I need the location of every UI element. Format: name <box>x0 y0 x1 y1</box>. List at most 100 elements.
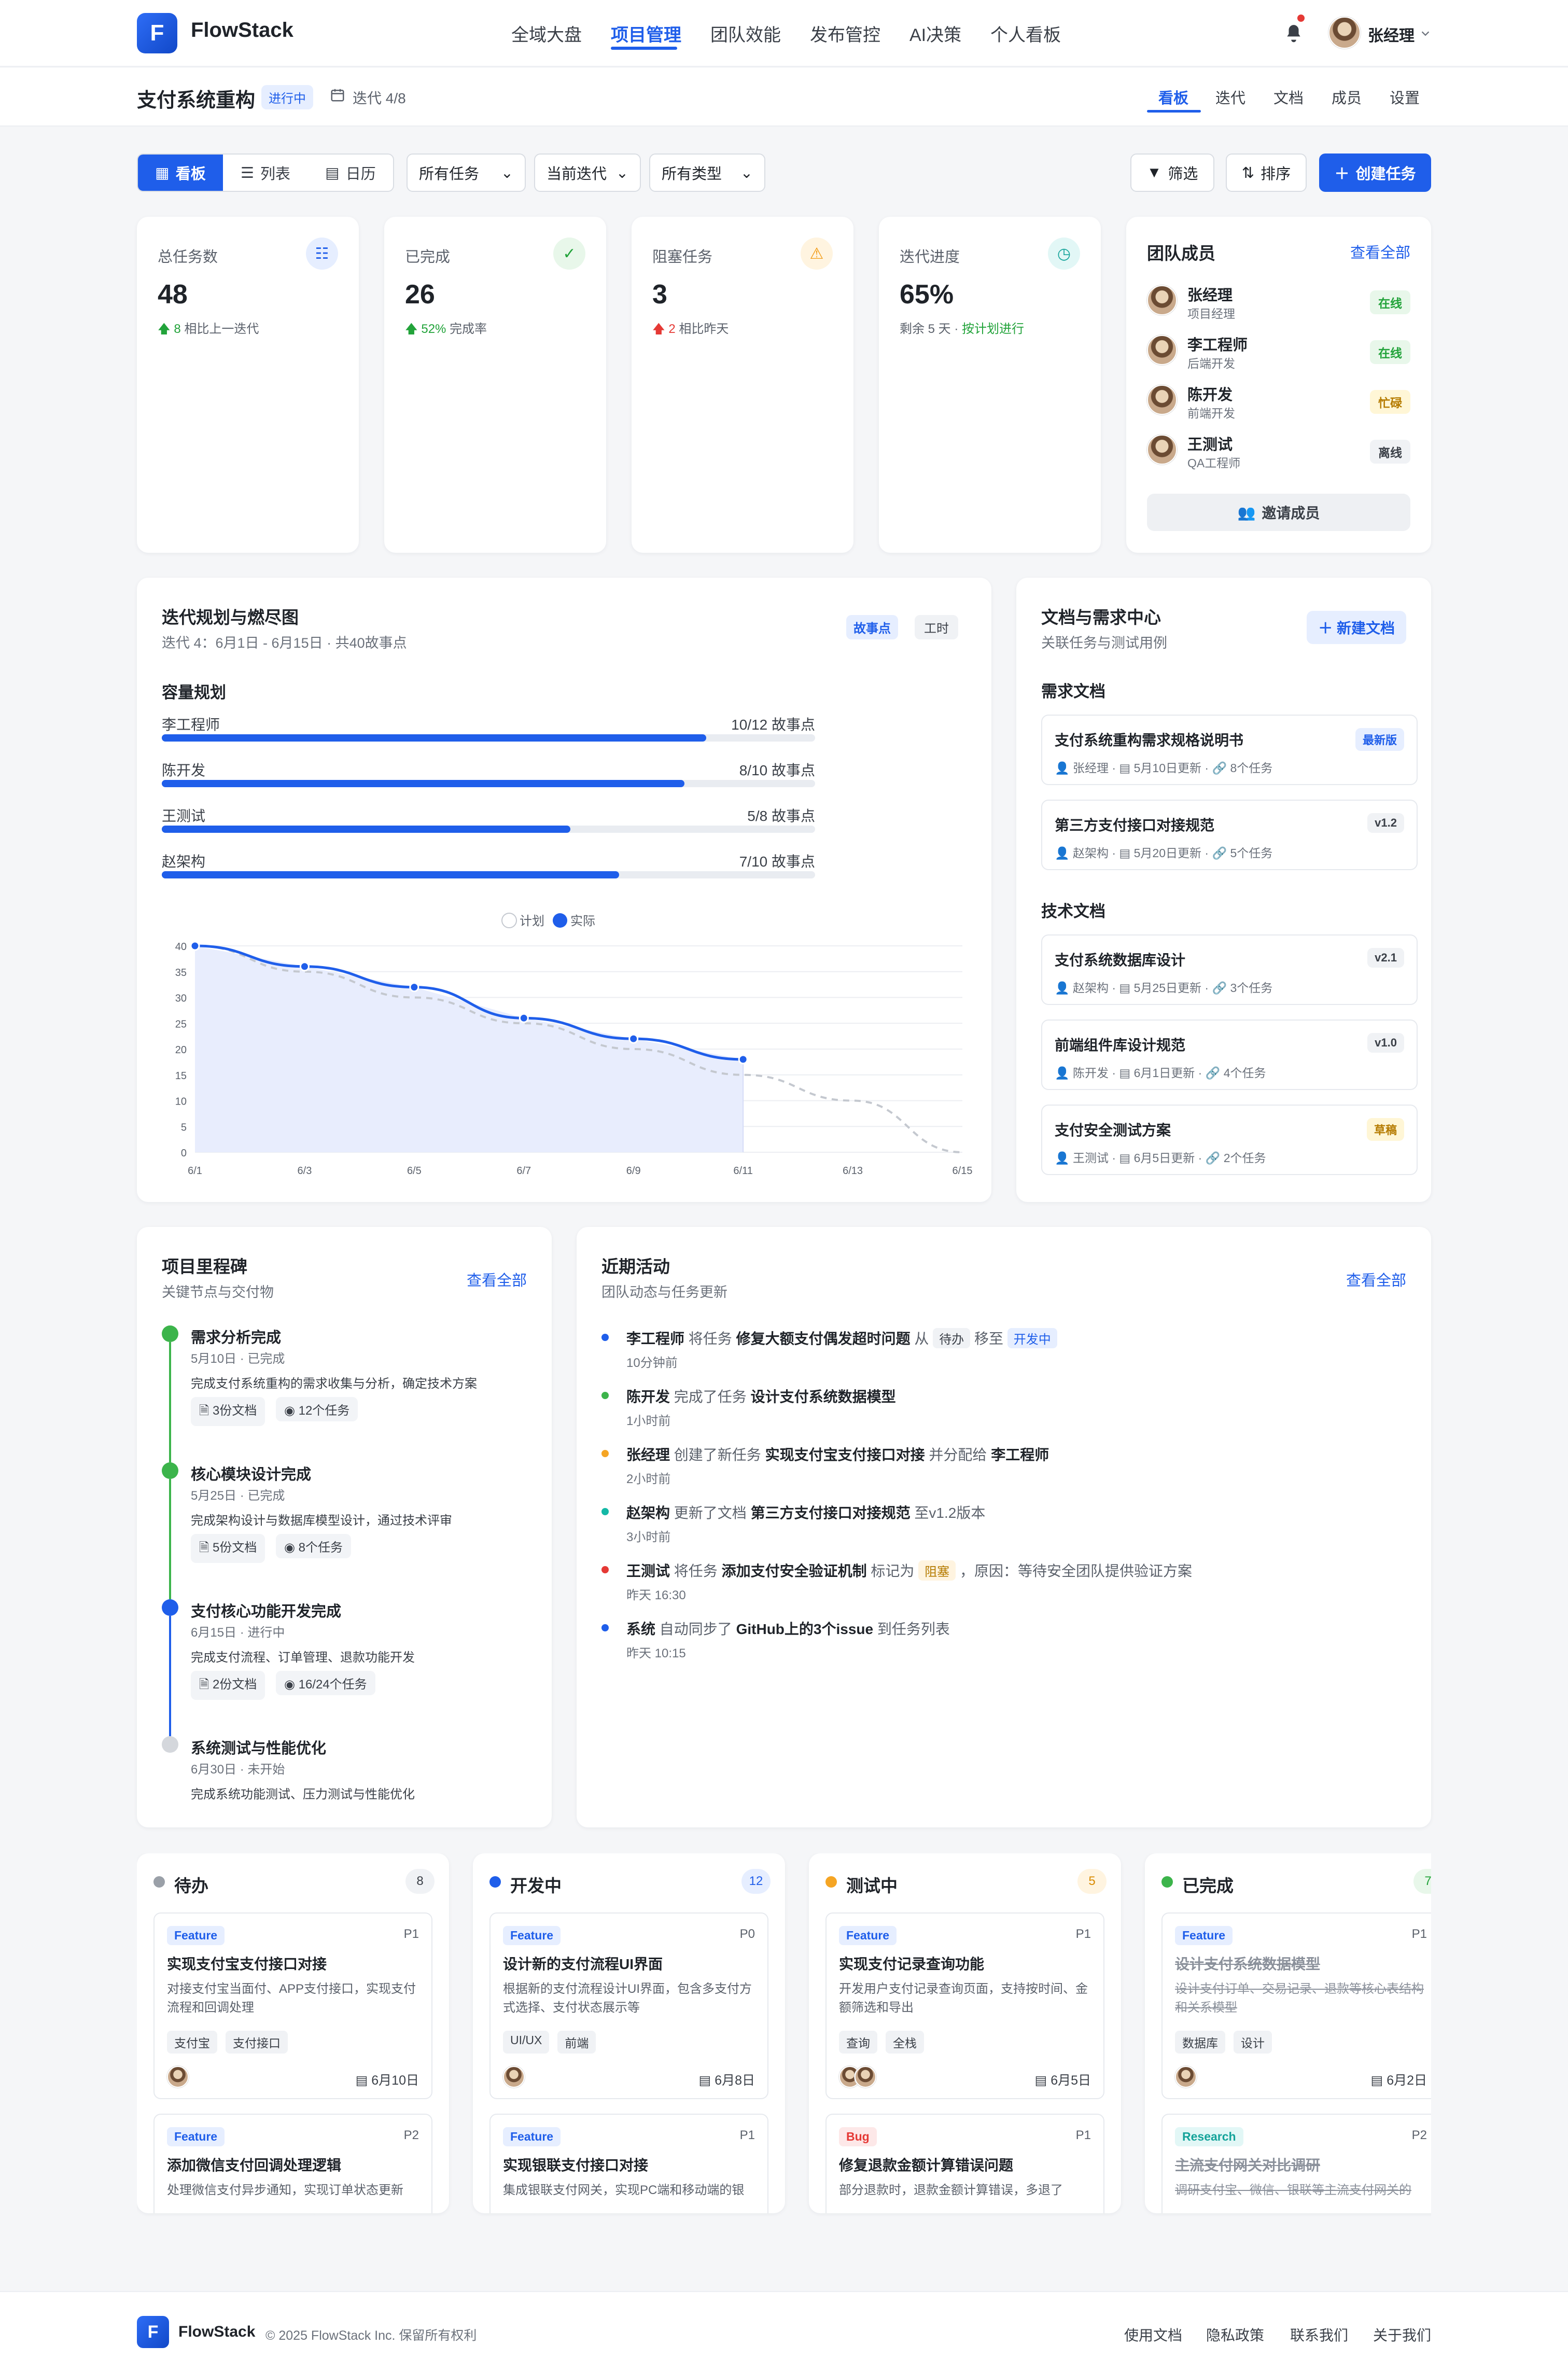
avatar <box>855 2066 876 2088</box>
view-list-button[interactable]: ☰ 列表 <box>223 155 308 191</box>
activity-verb: 将任务 <box>674 1563 718 1579</box>
subtab-members[interactable]: 成员 <box>1332 86 1362 108</box>
milestone-tasks: 12个任务 <box>298 1404 350 1418</box>
y-tick-label: 35 <box>175 967 187 979</box>
column-title: 待办 <box>174 1876 208 1895</box>
milestone-tasks-chip[interactable]: ◉ 8个任务 <box>276 1534 351 1558</box>
footer-link-about[interactable]: 关于我们 <box>1373 2324 1431 2345</box>
column-dot <box>153 1876 165 1888</box>
milestone-date: 6月15日 · 进行中 <box>191 1626 285 1640</box>
task-desc: 根据新的支付流程设计UI界面，包含多支付方式选择、支付状态展示等 <box>503 1982 752 2015</box>
doc-item[interactable]: 支付系统数据库设计 v2.1 👤 赵架构 · ▤ 5月25日更新 · 🔗 3个任务 <box>1041 934 1418 1005</box>
kanban-column-in-progress: 开发中 12 Feature P0 设计新的支付流程UI界面 根据新的支付流程设… <box>473 1853 785 2213</box>
task-card[interactable]: Feature P1 实现支付宝支付接口对接 对接支付宝当面付、APP支付接口，… <box>153 1912 432 2099</box>
footer-logo[interactable]: F <box>137 2316 169 2348</box>
stat-value: 3 <box>652 280 667 310</box>
subtab-docs[interactable]: 文档 <box>1273 86 1304 108</box>
footer-link-privacy[interactable]: 隐私政策 <box>1206 2324 1264 2345</box>
task-card[interactable]: Feature P1 设计支付系统数据模型 设计支付订单、交易记录、退款等核心表… <box>1161 1912 1431 2099</box>
calendar-icon: ▤ <box>1370 2073 1387 2088</box>
column-count: 8 <box>405 1869 435 1894</box>
members-title: 团队成员 <box>1147 244 1215 263</box>
view-switcher: ▦ 看板 ☰ 列表 ▤ 日历 <box>137 153 394 192</box>
activity-object: 修复大额支付偶发超时问题 <box>736 1331 911 1347</box>
capacity-track <box>162 826 815 833</box>
footer-app-name[interactable]: FlowStack <box>178 2323 255 2341</box>
capacity-value: 8/10 故事点 <box>739 762 815 778</box>
activity-text: 陈开发 完成了任务 设计支付系统数据模型 <box>626 1386 896 1406</box>
milestone-title: 需求分析完成 <box>191 1330 282 1346</box>
doc-item[interactable]: 前端组件库设计规范 v1.0 👤 陈开发 · ▤ 6月1日更新 · 🔗 4个任务 <box>1041 1020 1418 1090</box>
status-tag: 待办 <box>933 1328 971 1348</box>
nav-project-management[interactable]: 项目管理 <box>611 21 681 46</box>
task-priority: P2 <box>403 2128 419 2142</box>
create-task-button[interactable]: ＋ 创建任务 <box>1319 153 1431 192</box>
member-row[interactable]: 王测试 QA工程师 离线 <box>1147 430 1410 472</box>
milestone-docs-chip[interactable]: 🗎 3份文档 <box>191 1397 265 1426</box>
task-card[interactable]: Feature P1 实现银联支付接口对接 集成银联支付网关，实现PC端和移动端… <box>489 2114 768 2213</box>
nav-team-performance[interactable]: 团队效能 <box>710 21 781 46</box>
nav-personal-board[interactable]: 个人看板 <box>990 21 1061 46</box>
doc-author: 赵架构 <box>1073 981 1109 995</box>
column-title: 开发中 <box>510 1876 562 1895</box>
iteration-filter-select[interactable]: 当前迭代 ⌄ <box>534 153 641 192</box>
activity-view-all-link[interactable]: 查看全部 <box>1346 1268 1406 1290</box>
user-avatar[interactable] <box>1328 17 1361 49</box>
toggle-hours[interactable]: 工时 <box>915 615 958 639</box>
nav-release-control[interactable]: 发布管控 <box>810 21 880 46</box>
footer-link-docs[interactable]: 使用文档 <box>1124 2324 1182 2345</box>
member-row[interactable]: 李工程师 后端开发 在线 <box>1147 331 1410 372</box>
stat-card-progress: 迭代进度 ◷ 65% 剩余 5 天 · 按计划进行 <box>879 217 1101 553</box>
filter-button[interactable]: ▼ 筛选 <box>1130 153 1214 192</box>
sprint-title: 迭代规划与燃尽图 <box>162 608 299 627</box>
task-filter-select[interactable]: 所有任务 ⌄ <box>407 153 526 192</box>
toggle-story-points[interactable]: 故事点 <box>846 615 898 639</box>
chevron-down-icon[interactable] <box>1420 28 1431 39</box>
member-row[interactable]: 张经理 项目经理 在线 <box>1147 281 1410 323</box>
nav-ai-decision[interactable]: AI决策 <box>909 21 961 46</box>
new-doc-button[interactable]: ＋ 新建文档 <box>1307 611 1406 644</box>
invite-member-button[interactable]: 👥 邀请成员 <box>1147 494 1410 531</box>
member-row[interactable]: 陈开发 前端开发 忙碌 <box>1147 381 1410 422</box>
app-logo[interactable]: F <box>137 13 177 53</box>
milestone-desc: 完成架构设计与数据库模型设计，通过技术评审 <box>191 1514 452 1528</box>
doc-icon: 🗎 <box>199 1404 213 1418</box>
status-badge: 忙碌 <box>1370 390 1410 414</box>
user-name[interactable]: 张经理 <box>1368 23 1415 46</box>
milestone-tasks-chip[interactable]: ◉ 12个任务 <box>276 1397 358 1421</box>
avatar <box>1147 385 1177 415</box>
funnel-icon: ▼ <box>1146 164 1162 181</box>
subtab-iteration[interactable]: 迭代 <box>1215 86 1245 108</box>
capacity-title: 容量规划 <box>162 683 226 702</box>
task-tag: 支付接口 <box>226 2031 288 2054</box>
nav-overview[interactable]: 全域大盘 <box>511 21 582 46</box>
sort-button[interactable]: ⇅ 排序 <box>1226 153 1307 192</box>
members-view-all-link[interactable]: 查看全部 <box>1350 241 1410 262</box>
view-board-button[interactable]: ▦ 看板 <box>138 155 223 191</box>
bell-icon[interactable] <box>1284 23 1304 44</box>
task-card[interactable]: Feature P1 实现支付记录查询功能 开发用户支付记录查询页面，支持按时间… <box>825 1912 1104 2099</box>
task-card[interactable]: Research P2 主流支付网关对比调研 调研支付宝、微信、银联等主流支付网… <box>1161 2114 1431 2213</box>
timeline-line <box>169 1479 171 1599</box>
activity-text: 系统 自动同步了 GitHub上的3个issue 到任务列表 <box>626 1618 950 1639</box>
doc-item[interactable]: 支付安全测试方案 草稿 👤 王测试 · ▤ 6月5日更新 · 🔗 2个任务 <box>1041 1105 1418 1175</box>
milestones-view-all-link[interactable]: 查看全部 <box>467 1268 527 1290</box>
subtab-settings[interactable]: 设置 <box>1390 86 1420 108</box>
view-calendar-button[interactable]: ▤ 日历 <box>308 155 393 191</box>
milestone-docs-chip[interactable]: 🗎 5份文档 <box>191 1534 265 1563</box>
doc-item[interactable]: 第三方支付接口对接规范 v1.2 👤 赵架构 · ▤ 5月20日更新 · 🔗 5个任… <box>1041 800 1418 870</box>
doc-meta: 👤 赵架构 · ▤ 5月20日更新 · 🔗 5个任务 <box>1055 846 1273 860</box>
calendar-icon: ▤ <box>1119 761 1131 775</box>
add-user-icon: 👥 <box>1237 504 1256 521</box>
footer-link-contact[interactable]: 联系我们 <box>1290 2324 1348 2345</box>
status-badge: 离线 <box>1370 440 1410 464</box>
task-card[interactable]: Feature P2 添加微信支付回调处理逻辑 处理微信支付异步通知，实现订单状… <box>153 2114 432 2213</box>
subtab-board[interactable]: 看板 <box>1158 86 1188 108</box>
task-card[interactable]: Bug P1 修复退款金额计算错误问题 部分退款时，退款金额计算错误，多退了 <box>825 2114 1104 2213</box>
doc-item[interactable]: 支付系统重构需求规格说明书 最新版 👤 张经理 · ▤ 5月10日更新 · 🔗 8个… <box>1041 715 1418 785</box>
app-name[interactable]: FlowStack <box>191 19 293 42</box>
milestone-tasks-chip[interactable]: ◉ 16/24个任务 <box>276 1671 375 1695</box>
type-filter-select[interactable]: 所有类型 ⌄ <box>649 153 765 192</box>
task-card[interactable]: Feature P0 设计新的支付流程UI界面 根据新的支付流程设计UI界面，包… <box>489 1912 768 2099</box>
milestone-docs-chip[interactable]: 🗎 2份文档 <box>191 1671 265 1700</box>
